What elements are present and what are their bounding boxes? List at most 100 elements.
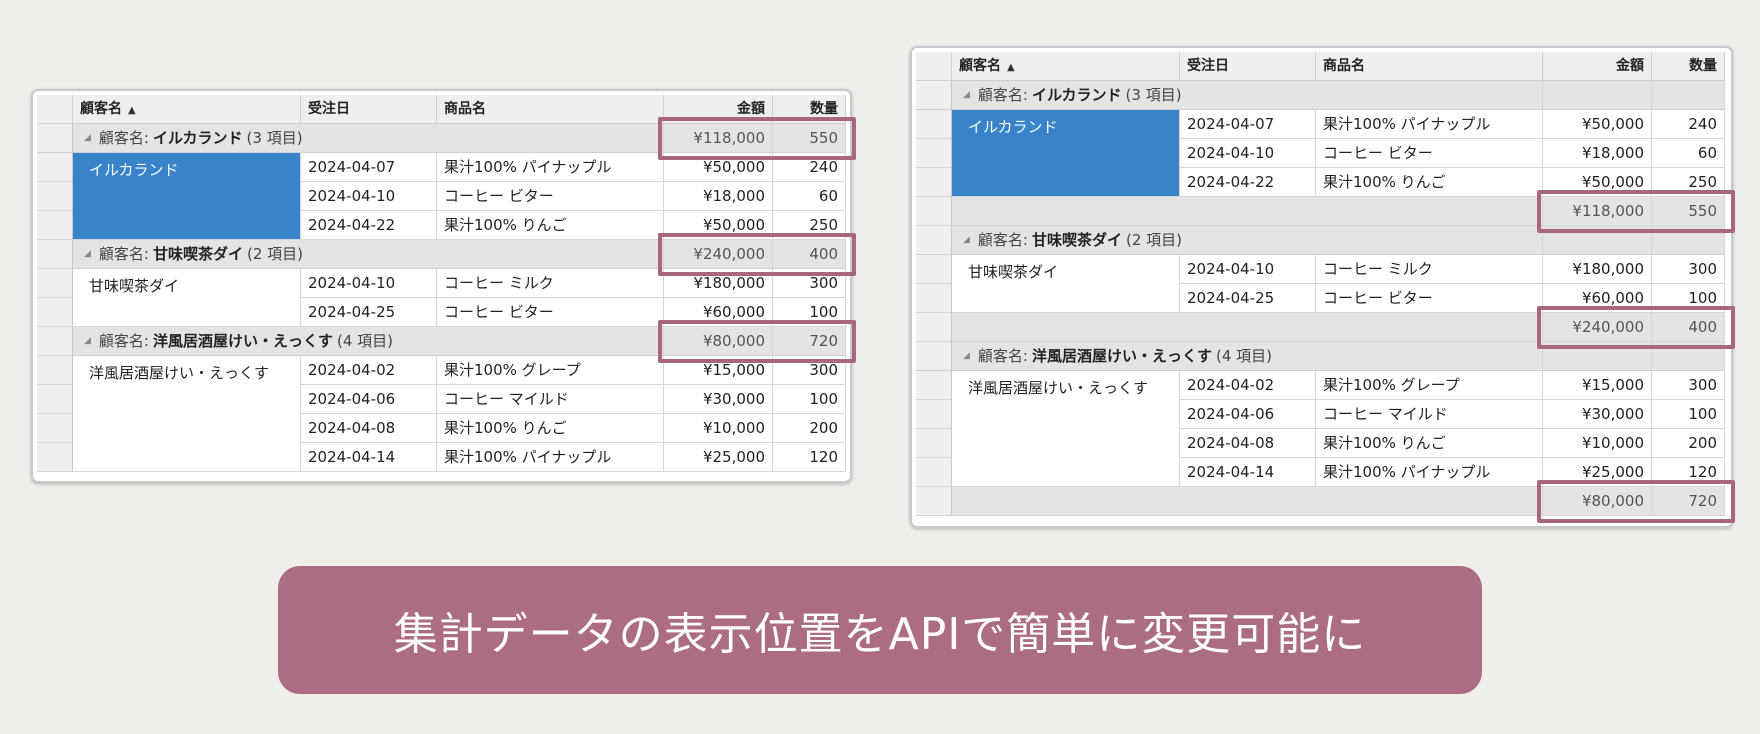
product-cell[interactable]: コーヒー ビター — [437, 182, 664, 211]
product-cell[interactable]: コーヒー ビター — [437, 298, 664, 327]
row-header[interactable] — [916, 400, 952, 429]
row-header[interactable] — [916, 168, 952, 197]
row-header[interactable] — [916, 487, 952, 516]
row-header[interactable] — [916, 371, 952, 400]
product-cell[interactable]: コーヒー ビター — [1316, 284, 1543, 313]
product-cell[interactable]: 果汁100% パイナップル — [437, 443, 664, 472]
qty-cell[interactable]: 250 — [1652, 168, 1725, 197]
group-label[interactable]: ◢ 顧客名: イルカランド (3 項目) — [73, 124, 664, 153]
qty-cell[interactable]: 200 — [1652, 429, 1725, 458]
group-label[interactable]: ◢ 顧客名: 甘味喫茶ダイ (2 項目) — [952, 226, 1543, 255]
row-header[interactable] — [916, 429, 952, 458]
column-header-customer[interactable]: 顧客名 ▲ — [73, 95, 301, 124]
qty-cell[interactable]: 200 — [773, 414, 846, 443]
order-date-cell[interactable]: 2024-04-25 — [301, 298, 437, 327]
group-label[interactable]: ◢ 顧客名: 洋風居酒屋けい・えっくす (4 項目) — [73, 327, 664, 356]
collapse-triangle-icon[interactable]: ◢ — [963, 226, 970, 254]
table-row[interactable]: 2024-04-10 コーヒー ビター ¥18,000 60 — [37, 182, 846, 211]
qty-cell[interactable]: 100 — [773, 385, 846, 414]
column-header-product[interactable]: 商品名 — [1316, 52, 1543, 81]
row-header[interactable] — [916, 226, 952, 255]
amount-cell[interactable]: ¥15,000 — [664, 356, 773, 385]
amount-cell[interactable]: ¥30,000 — [664, 385, 773, 414]
table-row[interactable]: 2024-04-08 果汁100% りんご ¥10,000 200 — [37, 414, 846, 443]
order-date-cell[interactable]: 2024-04-06 — [1180, 400, 1316, 429]
row-header[interactable] — [37, 385, 73, 414]
table-row[interactable]: 2024-04-08 果汁100% りんご ¥10,000 200 — [916, 429, 1725, 458]
order-date-cell[interactable]: 2024-04-10 — [1180, 255, 1316, 284]
row-header[interactable] — [916, 139, 952, 168]
amount-cell[interactable]: ¥50,000 — [664, 153, 773, 182]
row-header[interactable] — [916, 197, 952, 226]
table-row[interactable]: 2024-04-07 果汁100% パイナップル ¥50,000 240 — [916, 110, 1725, 139]
amount-cell[interactable]: ¥180,000 — [664, 269, 773, 298]
column-header-qty[interactable]: 数量 — [773, 95, 846, 124]
collapse-triangle-icon[interactable]: ◢ — [84, 240, 91, 268]
product-cell[interactable]: 果汁100% パイナップル — [1316, 458, 1543, 487]
qty-cell[interactable]: 60 — [1652, 139, 1725, 168]
qty-cell[interactable]: 300 — [773, 269, 846, 298]
amount-cell[interactable]: ¥25,000 — [1543, 458, 1652, 487]
qty-cell[interactable]: 100 — [1652, 400, 1725, 429]
product-cell[interactable]: 果汁100% グレープ — [437, 356, 664, 385]
column-header-customer[interactable]: 顧客名 ▲ — [952, 52, 1180, 81]
amount-cell[interactable]: ¥50,000 — [664, 211, 773, 240]
group-header-row[interactable]: ◢ 顧客名: 洋風居酒屋けい・えっくす (4 項目) ¥80,000 720 — [37, 327, 846, 356]
row-header[interactable] — [37, 414, 73, 443]
amount-cell[interactable]: ¥180,000 — [1543, 255, 1652, 284]
product-cell[interactable]: 果汁100% りんご — [1316, 168, 1543, 197]
table-row[interactable]: 2024-04-22 果汁100% りんご ¥50,000 250 — [916, 168, 1725, 197]
product-cell[interactable]: コーヒー マイルド — [1316, 400, 1543, 429]
amount-cell[interactable]: ¥10,000 — [1543, 429, 1652, 458]
collapse-triangle-icon[interactable]: ◢ — [963, 81, 970, 109]
product-cell[interactable]: 果汁100% りんご — [1316, 429, 1543, 458]
group-label[interactable]: ◢ 顧客名: 甘味喫茶ダイ (2 項目) — [73, 240, 664, 269]
amount-cell[interactable]: ¥10,000 — [664, 414, 773, 443]
table-row[interactable]: 2024-04-25 コーヒー ビター ¥60,000 100 — [37, 298, 846, 327]
product-cell[interactable]: 果汁100% グレープ — [1316, 371, 1543, 400]
table-row[interactable]: 2024-04-25 コーヒー ビター ¥60,000 100 — [916, 284, 1725, 313]
table-row[interactable]: 2024-04-07 果汁100% パイナップル ¥50,000 240 — [37, 153, 846, 182]
amount-cell[interactable]: ¥18,000 — [664, 182, 773, 211]
table-row[interactable]: 2024-04-14 果汁100% パイナップル ¥25,000 120 — [37, 443, 846, 472]
row-header[interactable] — [916, 255, 952, 284]
row-header[interactable] — [916, 110, 952, 139]
table-row[interactable]: 2024-04-14 果汁100% パイナップル ¥25,000 120 — [916, 458, 1725, 487]
group-header-row[interactable]: ◢ 顧客名: イルカランド (3 項目) ¥118,000 550 — [37, 124, 846, 153]
group-label[interactable]: ◢ 顧客名: イルカランド (3 項目) — [952, 81, 1543, 110]
amount-cell[interactable]: ¥25,000 — [664, 443, 773, 472]
row-header[interactable] — [916, 81, 952, 110]
order-date-cell[interactable]: 2024-04-14 — [1180, 458, 1316, 487]
row-header[interactable] — [37, 443, 73, 472]
qty-cell[interactable]: 240 — [773, 153, 846, 182]
order-date-cell[interactable]: 2024-04-22 — [1180, 168, 1316, 197]
table-row[interactable]: 2024-04-22 果汁100% りんご ¥50,000 250 — [37, 211, 846, 240]
product-cell[interactable]: 果汁100% パイナップル — [1316, 110, 1543, 139]
amount-cell[interactable]: ¥50,000 — [1543, 110, 1652, 139]
group-header-row[interactable]: ◢ 顧客名: 甘味喫茶ダイ (2 項目) ¥240,000 400 — [37, 240, 846, 269]
column-header-amount[interactable]: 金額 — [1543, 52, 1652, 81]
group-header-row[interactable]: ◢ 顧客名: 洋風居酒屋けい・えっくす (4 項目) — [916, 342, 1725, 371]
row-header[interactable] — [37, 240, 73, 269]
product-cell[interactable]: 果汁100% りんご — [437, 414, 664, 443]
order-date-cell[interactable]: 2024-04-10 — [301, 182, 437, 211]
row-header[interactable] — [37, 153, 73, 182]
table-row[interactable]: 2024-04-10 コーヒー ビター ¥18,000 60 — [916, 139, 1725, 168]
qty-cell[interactable]: 250 — [773, 211, 846, 240]
column-header-amount[interactable]: 金額 — [664, 95, 773, 124]
qty-cell[interactable]: 240 — [1652, 110, 1725, 139]
row-header[interactable] — [916, 313, 952, 342]
collapse-triangle-icon[interactable]: ◢ — [84, 124, 91, 152]
order-date-cell[interactable]: 2024-04-10 — [301, 269, 437, 298]
amount-cell[interactable]: ¥50,000 — [1543, 168, 1652, 197]
collapse-triangle-icon[interactable]: ◢ — [963, 342, 970, 370]
column-header-product[interactable]: 商品名 — [437, 95, 664, 124]
group-header-row[interactable]: ◢ 顧客名: 甘味喫茶ダイ (2 項目) — [916, 226, 1725, 255]
row-header[interactable] — [37, 356, 73, 385]
amount-cell[interactable]: ¥30,000 — [1543, 400, 1652, 429]
product-cell[interactable]: 果汁100% りんご — [437, 211, 664, 240]
qty-cell[interactable]: 120 — [773, 443, 846, 472]
qty-cell[interactable]: 300 — [773, 356, 846, 385]
amount-cell[interactable]: ¥18,000 — [1543, 139, 1652, 168]
table-row[interactable]: 2024-04-10 コーヒー ミルク ¥180,000 300 — [37, 269, 846, 298]
